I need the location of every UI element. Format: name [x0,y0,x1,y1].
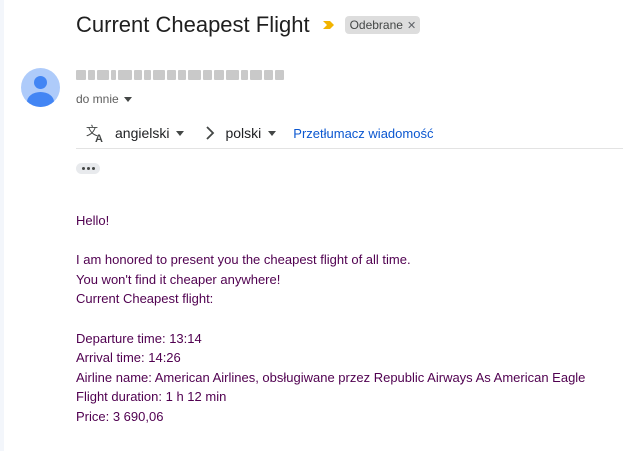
message-body: Hello! I am honored to present you the c… [76,211,585,427]
body-line: I am honored to present you the cheapest… [76,252,411,268]
translate-bar: 文 A angielski polski Przetłumacz wiadomo… [76,118,623,149]
recipient-toggle[interactable]: do mnie [76,92,132,106]
avatar[interactable] [21,68,60,107]
svg-text:A: A [95,133,103,143]
flight-duration: Flight duration: 1 h 12 min [76,389,227,405]
email-view: Current Cheapest Flight Odebrane ✕ do mn… [0,0,623,451]
source-language-label: angielski [115,125,170,141]
translate-icon: 文 A [86,123,106,143]
label-chip-inbox[interactable]: Odebrane ✕ [344,16,421,34]
left-edge-strip [0,0,4,451]
airline-name: Airline name: American Airlines, obsługi… [76,369,586,385]
chevron-down-icon [268,130,277,136]
source-language-select[interactable]: angielski [115,125,185,141]
greeting-text: Hello! [76,213,110,228]
body-line: Current Cheapest flight: [76,291,214,307]
sender-name-redacted [76,69,284,81]
email-subject: Current Cheapest Flight [76,12,310,37]
subject-row: Current Cheapest Flight Odebrane ✕ [76,10,421,40]
target-language-label: polski [225,125,262,141]
more-horiz-icon[interactable] [76,163,100,174]
chevron-down-icon [176,130,185,136]
chevron-down-icon [123,96,132,102]
flight-price: Price: 3 690,06 [76,408,164,424]
importance-marker-icon[interactable] [322,18,336,32]
avatar-head-shape [34,76,47,89]
body-line: You won't find it cheaper anywhere! [76,271,281,287]
remove-label-icon[interactable]: ✕ [407,19,416,32]
recipient-text: do mnie [76,92,119,106]
label-chip-text: Odebrane [349,18,403,32]
target-language-select[interactable]: polski [225,125,277,141]
chevron-right-icon [204,125,216,141]
translate-message-link[interactable]: Przetłumacz wiadomość [293,126,433,141]
avatar-body-shape [27,92,54,107]
departure-time: Departure time: 13:14 [76,330,202,346]
arrival-time: Arrival time: 14:26 [76,350,181,366]
